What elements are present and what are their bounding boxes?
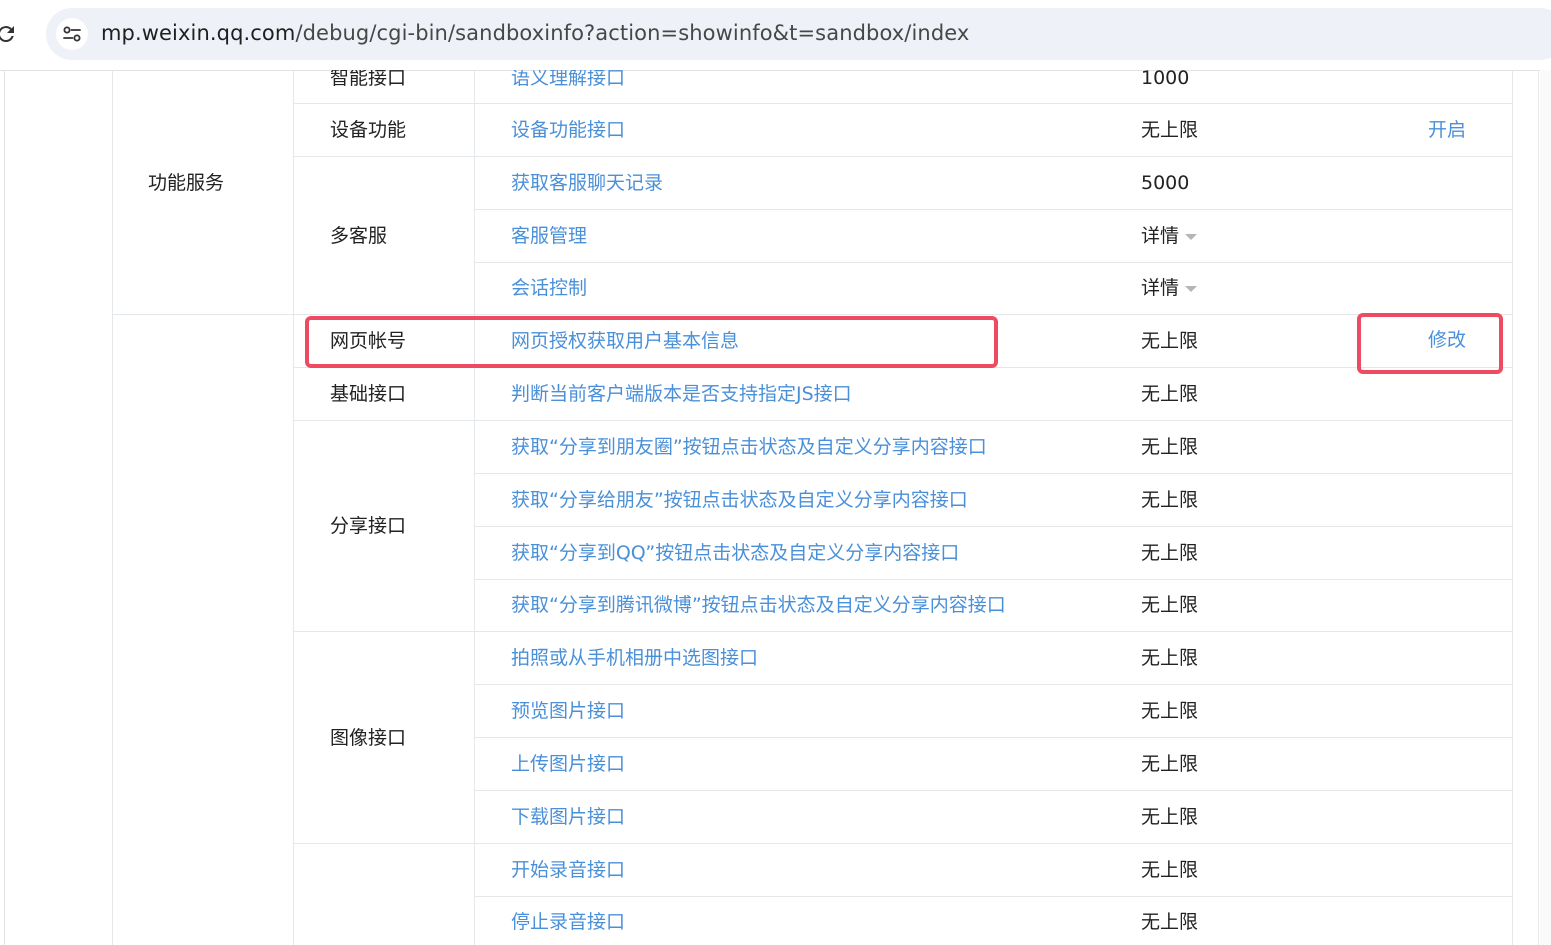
row-divider xyxy=(293,631,1513,632)
col-divider xyxy=(293,70,294,945)
interface-link[interactable]: 上传图片接口 xyxy=(511,752,625,776)
page-content: 功能服务 智能接口 设备功能 多客服 网页帐号 基础接口 分享接口 图像接口 语… xyxy=(0,70,1551,945)
quota-value: 无上限 xyxy=(1141,542,1199,564)
group-label: 智能接口 xyxy=(330,70,407,89)
quota-value: 无上限 xyxy=(1141,911,1199,933)
quota-value: 无上限 xyxy=(1141,859,1199,881)
quota-value: 无上限 xyxy=(1141,806,1199,828)
interface-link[interactable]: 判断当前客户端版本是否支持指定JS接口 xyxy=(511,382,852,406)
col-divider xyxy=(474,70,475,945)
row-divider xyxy=(293,843,1513,844)
enable-link[interactable]: 开启 xyxy=(1428,118,1466,142)
caret-down-icon xyxy=(1185,233,1198,240)
row-divider xyxy=(112,314,1513,315)
quota-value: 无上限 xyxy=(1141,383,1199,405)
site-info-icon[interactable] xyxy=(56,18,88,50)
details-label: 详情 xyxy=(1141,277,1180,299)
category-label: 功能服务 xyxy=(148,172,225,194)
quota-value: 无上限 xyxy=(1141,594,1199,616)
row-divider xyxy=(474,790,1513,791)
details-dropdown[interactable]: 详情 xyxy=(1141,224,1198,248)
interface-link[interactable]: 停止录音接口 xyxy=(511,910,625,934)
quota-value: 5000 xyxy=(1141,172,1190,194)
reload-icon[interactable] xyxy=(0,22,18,46)
highlight-box-modify xyxy=(1357,313,1503,374)
url-path: /debug/cgi-bin/sandboxinfo?action=showin… xyxy=(295,21,970,45)
col-divider xyxy=(1512,70,1513,945)
group-label: 设备功能 xyxy=(330,119,407,141)
row-divider xyxy=(474,896,1513,897)
group-label: 图像接口 xyxy=(330,727,407,749)
row-divider xyxy=(293,156,1513,157)
details-label: 详情 xyxy=(1141,225,1180,247)
row-divider xyxy=(474,737,1513,738)
row-divider xyxy=(474,209,1513,210)
group-label: 分享接口 xyxy=(330,515,407,537)
caret-down-icon xyxy=(1185,285,1198,292)
row-divider xyxy=(474,262,1513,263)
quota-value: 无上限 xyxy=(1141,753,1199,775)
group-label: 基础接口 xyxy=(330,383,407,405)
interface-link[interactable]: 预览图片接口 xyxy=(511,699,625,723)
quota-value: 无上限 xyxy=(1141,489,1199,511)
quota-value: 无上限 xyxy=(1141,647,1199,669)
url-host: mp.weixin.qq.com xyxy=(101,21,296,45)
interface-link[interactable]: 获取“分享给朋友”按钮点击状态及自定义分享内容接口 xyxy=(511,488,968,512)
address-bar[interactable]: mp.weixin.qq.com/debug/cgi-bin/sandboxin… xyxy=(46,8,1551,60)
interface-link[interactable]: 开始录音接口 xyxy=(511,858,625,882)
interface-link[interactable]: 拍照或从手机相册中选图接口 xyxy=(511,646,758,670)
row-divider xyxy=(474,684,1513,685)
group-label: 多客服 xyxy=(330,225,388,247)
row-divider xyxy=(474,473,1513,474)
row-divider xyxy=(293,420,1513,421)
interface-link[interactable]: 获取“分享到QQ”按钮点击状态及自定义分享内容接口 xyxy=(511,541,959,565)
page-right-border xyxy=(1538,70,1539,945)
interface-link[interactable]: 获取“分享到朋友圈”按钮点击状态及自定义分享内容接口 xyxy=(511,435,987,459)
highlight-box-web-account xyxy=(305,316,998,368)
interface-link[interactable]: 获取“分享到腾讯微博”按钮点击状态及自定义分享内容接口 xyxy=(511,593,1006,617)
interface-link[interactable]: 获取客服聊天记录 xyxy=(511,171,663,195)
interface-link[interactable]: 客服管理 xyxy=(511,224,587,248)
interface-link[interactable]: 设备功能接口 xyxy=(511,118,625,142)
browser-toolbar: mp.weixin.qq.com/debug/cgi-bin/sandboxin… xyxy=(0,0,1551,71)
quota-value: 1000 xyxy=(1141,70,1190,89)
quota-value: 无上限 xyxy=(1141,119,1199,141)
row-divider xyxy=(474,579,1513,580)
interface-link[interactable]: 下载图片接口 xyxy=(511,805,625,829)
row-divider xyxy=(293,103,1513,104)
row-divider xyxy=(474,526,1513,527)
quota-value: 无上限 xyxy=(1141,700,1199,722)
url-text[interactable]: mp.weixin.qq.com/debug/cgi-bin/sandboxin… xyxy=(101,21,969,45)
interface-link[interactable]: 语义理解接口 xyxy=(511,70,625,90)
details-dropdown[interactable]: 详情 xyxy=(1141,276,1198,300)
col-divider xyxy=(112,70,113,945)
sandbox-interface-table: 功能服务 智能接口 设备功能 多客服 网页帐号 基础接口 分享接口 图像接口 语… xyxy=(0,70,1551,945)
interface-link[interactable]: 会话控制 xyxy=(511,276,587,300)
quota-value: 无上限 xyxy=(1141,330,1199,352)
scrollbar-track[interactable] xyxy=(1540,70,1551,945)
quota-value: 无上限 xyxy=(1141,436,1199,458)
